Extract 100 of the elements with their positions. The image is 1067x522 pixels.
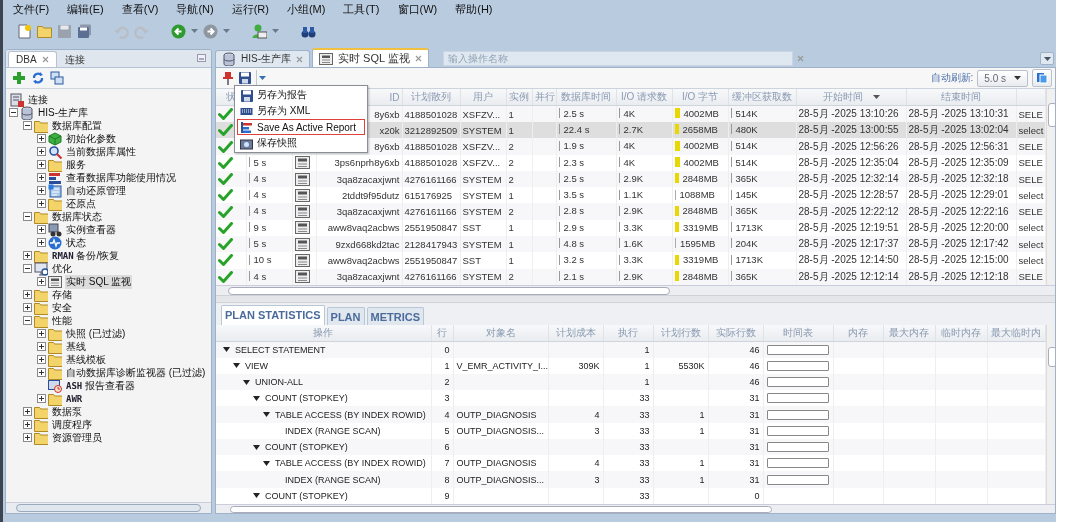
table-row[interactable]: UNION-ALL 2 1 46 — [216, 374, 1045, 391]
expand-icon[interactable] — [37, 147, 46, 156]
dropdown-button[interactable] — [1040, 52, 1054, 65]
menu-item[interactable]: 导航(N) — [174, 1, 216, 18]
back-icon[interactable] — [171, 23, 186, 39]
expand-icon[interactable] — [37, 329, 46, 338]
tree-item[interactable]: 状态 — [65, 235, 87, 250]
collapse-icon[interactable] — [9, 108, 18, 117]
table-row[interactable]: INDEX (RANGE SCAN) 8 OUTP_DIAGNOSIS... 3 33 1 31 — [216, 471, 1045, 488]
expand-icon[interactable] — [23, 420, 32, 429]
scrollbar[interactable] — [1045, 89, 1055, 285]
sql-user-icon[interactable] — [252, 23, 267, 39]
plan-tab[interactable]: PLAN — [326, 307, 365, 325]
expand-icon[interactable] — [37, 186, 46, 195]
caret-icon[interactable] — [272, 29, 279, 33]
tree-item[interactable]: 优化 — [51, 261, 73, 276]
tree-item[interactable]: 连接 — [27, 92, 49, 107]
filter-icon[interactable] — [50, 71, 64, 85]
menu-item[interactable]: 文件(F) — [11, 1, 52, 18]
panel-tab[interactable]: 连接 — [56, 51, 93, 67]
tree-item[interactable]: 调度程序 — [51, 417, 93, 432]
scrollbar[interactable] — [216, 285, 1055, 295]
scrollbar[interactable] — [6, 502, 211, 513]
menu-item[interactable]: 另存为报告 — [237, 87, 365, 103]
collapse-icon[interactable] — [223, 346, 230, 354]
menu-item[interactable]: 编辑(E) — [65, 1, 106, 18]
expand-icon[interactable] — [37, 173, 46, 182]
tree-item[interactable]: 安全 — [51, 300, 73, 315]
expand-icon[interactable] — [37, 225, 46, 234]
tree-item[interactable]: AWR — [65, 393, 84, 404]
tree-item[interactable]: 基线模板 — [65, 352, 107, 367]
tree-item[interactable]: ASH 报告查看器 — [65, 378, 137, 393]
expand-icon[interactable] — [23, 251, 32, 260]
scrollbar[interactable] — [216, 504, 1055, 513]
collapse-icon[interactable] — [263, 459, 270, 467]
table-row[interactable]: TABLE ACCESS (BY INDEX ROWID) 4 OUTP_DIAGNOSIS 4 33 1 31 — [216, 406, 1045, 423]
expand-icon[interactable] — [37, 134, 46, 143]
close-icon[interactable] — [41, 56, 49, 63]
tree-item[interactable]: 查看数据库功能使用情况 — [65, 170, 177, 185]
tree-item[interactable]: 实例查看器 — [65, 222, 117, 237]
collapse-icon[interactable] — [23, 212, 32, 221]
collapse-icon[interactable] — [253, 492, 260, 500]
table-row[interactable]: 4 s 2tddt9f95dutz 615176925 SYSTEM 1 3.5 s 1.1K 1088MB 145K 28-5月 -2025 12:28:57 28-5月 -2025 12:29:01 select — [216, 187, 1045, 204]
tree-item[interactable]: 性能 — [51, 313, 73, 328]
save-icon[interactable] — [238, 71, 252, 85]
collapse-icon[interactable] — [253, 394, 260, 402]
menu-item[interactable]: 工具(T) — [341, 1, 382, 18]
save-all-icon[interactable] — [77, 23, 92, 39]
tree-item[interactable]: 实时 SQL 监视 — [65, 274, 133, 289]
pin-icon[interactable] — [222, 71, 234, 85]
scrollbar[interactable] — [1045, 325, 1055, 504]
close-icon[interactable] — [414, 55, 422, 62]
expand-icon[interactable] — [37, 160, 46, 169]
tree-item[interactable]: RMAN 备份/恢复 — [51, 248, 121, 263]
tree-item[interactable]: 存储 — [51, 287, 73, 302]
expand-icon[interactable] — [37, 394, 46, 403]
expand-icon[interactable] — [37, 368, 46, 377]
collapse-icon[interactable] — [23, 121, 32, 130]
menu-item[interactable]: 小组(M) — [284, 1, 328, 18]
menu-item[interactable]: Save As Active Report — [237, 119, 365, 135]
collapse-icon[interactable] — [233, 362, 240, 370]
table-row[interactable]: INDEX (RANGE SCAN) 5 OUTP_DIAGNOSIS... 3 33 1 31 — [216, 422, 1045, 439]
expand-icon[interactable] — [23, 433, 32, 442]
caret-icon[interactable] — [223, 29, 230, 33]
tree-item[interactable]: 服务 — [65, 157, 87, 172]
add-icon[interactable] — [12, 71, 26, 85]
plan-tab[interactable]: PLAN STATISTICS — [221, 305, 325, 325]
refresh-interval-select[interactable]: 5.0 s — [977, 69, 1028, 87]
expand-icon[interactable] — [37, 277, 46, 286]
collapse-icon[interactable] — [243, 378, 250, 386]
expand-icon[interactable] — [37, 342, 46, 351]
tree-item[interactable]: 当前数据库属性 — [65, 144, 137, 159]
editor-tab[interactable]: 实时 SQL 监视 — [312, 48, 429, 67]
refresh-icon[interactable] — [31, 71, 45, 85]
tree-item[interactable]: 资源管理员 — [51, 430, 103, 445]
menu-item[interactable]: 另存为 XML — [237, 103, 365, 119]
table-row[interactable]: COUNT (STOPKEY) 6 33 31 — [216, 438, 1045, 456]
tree-item[interactable]: 数据泵 — [51, 404, 83, 419]
collapse-icon[interactable] — [263, 411, 270, 419]
expand-icon[interactable] — [37, 199, 46, 208]
tree-item[interactable]: 数据库配置 — [51, 118, 103, 133]
tree-item[interactable]: 数据库状态 — [51, 209, 103, 224]
caret-icon[interactable] — [191, 29, 198, 33]
tree-item[interactable]: 初始化参数 — [65, 131, 117, 146]
forward-icon[interactable] — [203, 23, 218, 39]
menu-item[interactable]: 帮助(H) — [453, 1, 495, 18]
menu-item[interactable]: 运行(R) — [229, 1, 271, 18]
editor-tab[interactable]: HIS-生产库 — [215, 50, 310, 67]
tree-item[interactable]: 还原点 — [65, 196, 97, 211]
collapse-icon[interactable] — [253, 443, 260, 451]
refresh-button[interactable] — [1032, 69, 1052, 87]
plan-tab[interactable]: METRICS — [366, 307, 424, 325]
collapse-icon[interactable] — [23, 264, 32, 273]
panel-tab[interactable]: DBA — [8, 51, 57, 67]
menu-item[interactable]: 窗口(W) — [395, 1, 440, 18]
expand-icon[interactable] — [37, 355, 46, 364]
search-field[interactable]: 输入操作名称 — [442, 50, 793, 66]
tree-item[interactable]: 基线 — [65, 339, 87, 354]
expand-icon[interactable] — [23, 303, 32, 312]
tree-item[interactable]: 快照 (已过滤) — [65, 326, 127, 341]
